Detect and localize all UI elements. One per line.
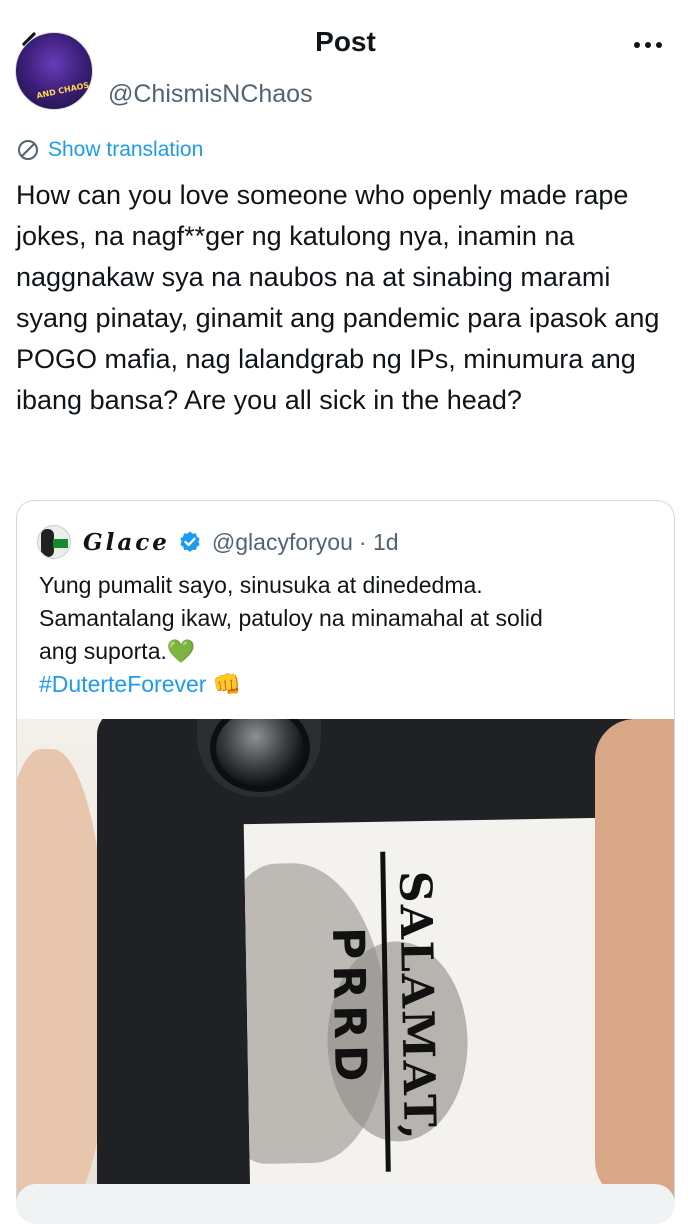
photo-phone: SALAMAT, PRRD [97,719,637,1200]
quoted-post[interactable]: Glace @glacyforyou · 1d Yung pumalit say… [16,500,675,1200]
author-handle[interactable]: @ChismisNChaos [108,80,313,109]
more-options-button[interactable] [625,30,671,60]
reply-bar[interactable] [16,1184,675,1224]
author-avatar[interactable]: AND CHAOS [15,32,93,110]
avatar-logo-text: AND CHAOS [35,80,90,101]
post-text: How can you love someone who openly made… [16,180,667,415]
sticker-text-salamat: SALAMAT, [389,870,445,1142]
fist-emoji: 👊 [212,671,242,697]
quoted-author-name[interactable]: Glace [83,529,170,556]
page-title: Post [315,26,376,57]
quoted-author-handle: @glacyforyou [211,528,353,555]
quoted-post-time: · 1d [358,528,399,555]
show-translation-link[interactable]: Show translation [16,138,203,162]
quoted-line-2: Samantalang ikaw, patuloy na minamahal a… [39,605,543,631]
quoted-author-avatar[interactable] [37,525,71,559]
quoted-post-header: Glace @glacyforyou · 1d [37,525,399,559]
author-row: AND CHAOS @ChismisNChaos [0,32,691,128]
translation-label: Show translation [48,138,204,161]
quoted-line-3: ang suporta.💚 [39,638,196,664]
hashtag-link[interactable]: #DuterteForever [39,671,206,697]
quoted-post-photo[interactable]: SALAMAT, PRRD [17,719,674,1200]
quoted-line-1: Yung pumalit sayo, sinusuka at dinededma… [39,572,483,598]
sticker-text-prrd: PRRD [322,926,376,1089]
quoted-hashtag-line: #DuterteForever 👊 [39,668,659,701]
quoted-post-text: Yung pumalit sayo, sinusuka at dinededma… [39,569,659,701]
photo-hand-right [595,719,674,1200]
top-bar: Post [0,0,691,80]
photo-sticker: SALAMAT, PRRD [243,817,607,1200]
translate-globe-icon [18,140,38,160]
more-dot-icon [634,42,640,48]
more-dot-icon [656,42,662,48]
verified-badge-icon [180,531,200,552]
more-dot-icon [645,42,651,48]
